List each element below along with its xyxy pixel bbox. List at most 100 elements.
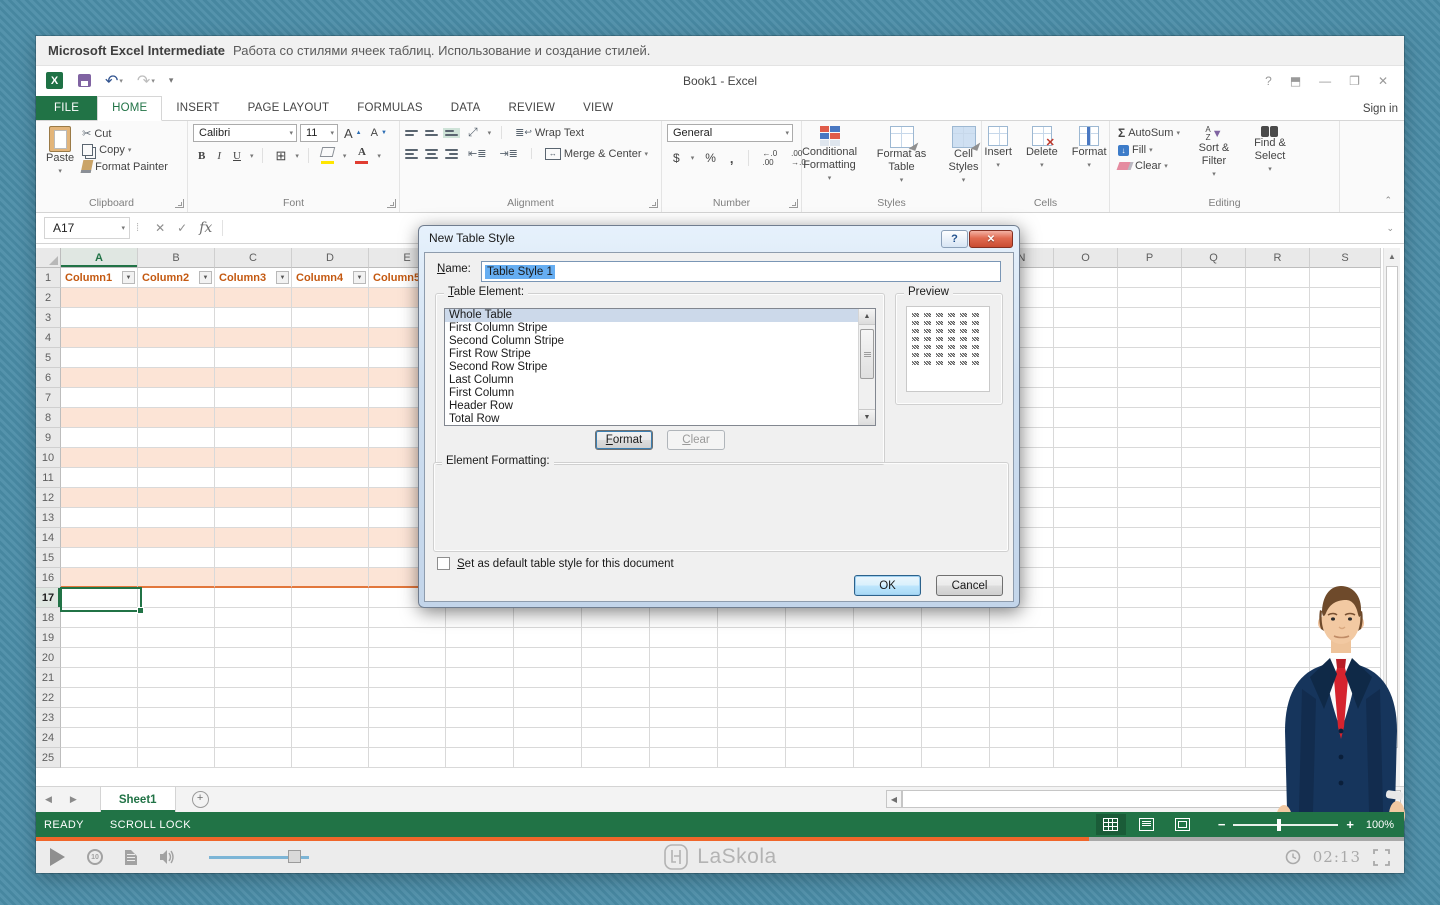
clear-button[interactable]: Clear▾ (1115, 159, 1183, 173)
zoom-out-button[interactable]: − (1218, 817, 1226, 832)
table-element-option[interactable]: First Column (445, 387, 875, 400)
cell-o10[interactable] (1054, 448, 1118, 468)
cell-o13[interactable] (1054, 508, 1118, 528)
cell-c5[interactable] (215, 348, 292, 368)
alignment-dialog-launcher[interactable] (649, 199, 658, 208)
tab-data[interactable]: DATA (437, 97, 495, 120)
zoom-in-button[interactable]: + (1346, 817, 1354, 832)
cell-b12[interactable] (138, 488, 215, 508)
cell-f25[interactable] (446, 748, 514, 768)
table-element-option[interactable]: Last Column (445, 374, 875, 387)
cell-n18[interactable] (990, 608, 1054, 628)
cell-a15[interactable] (61, 548, 138, 568)
table-element-option[interactable]: First Row Stripe (445, 348, 875, 361)
volume-button[interactable] (159, 849, 177, 865)
cut-button[interactable]: ✂Cut (79, 126, 171, 141)
cell-o22[interactable] (1054, 688, 1118, 708)
cell-c14[interactable] (215, 528, 292, 548)
table-element-list[interactable]: Whole TableFirst Column StripeSecond Col… (444, 308, 876, 426)
cell-q4[interactable] (1182, 328, 1246, 348)
cell-s8[interactable] (1310, 408, 1381, 428)
cell-d19[interactable] (292, 628, 369, 648)
cell-f20[interactable] (446, 648, 514, 668)
cell-k21[interactable] (786, 668, 854, 688)
cell-p23[interactable] (1118, 708, 1182, 728)
cell-q8[interactable] (1182, 408, 1246, 428)
cell-j25[interactable] (718, 748, 786, 768)
cell-r2[interactable] (1246, 288, 1310, 308)
cell-n24[interactable] (990, 728, 1054, 748)
cell-d3[interactable] (292, 308, 369, 328)
cell-f24[interactable] (446, 728, 514, 748)
bottom-align-button[interactable] (443, 128, 460, 138)
underline-button[interactable]: U (230, 149, 244, 163)
cell-g25[interactable] (514, 748, 582, 768)
cell-h18[interactable] (582, 608, 650, 628)
conditional-formatting-button[interactable]: Conditional Formatting▾ (794, 124, 866, 187)
filter-dropdown-icon[interactable]: ▼ (353, 271, 366, 284)
enter-entry-icon[interactable]: ✓ (177, 221, 187, 235)
cell-q11[interactable] (1182, 468, 1246, 488)
cell-b14[interactable] (138, 528, 215, 548)
cell-o2[interactable] (1054, 288, 1118, 308)
volume-slider[interactable] (209, 856, 309, 859)
filter-dropdown-icon[interactable]: ▼ (199, 271, 212, 284)
new-sheet-button[interactable]: + (192, 791, 209, 808)
cell-d21[interactable] (292, 668, 369, 688)
merge-center-button[interactable]: ↔Merge & Center▾ (542, 147, 651, 161)
cell-c8[interactable] (215, 408, 292, 428)
cell-i20[interactable] (650, 648, 718, 668)
cell-h22[interactable] (582, 688, 650, 708)
borders-button[interactable]: ⊞ (272, 147, 289, 165)
cell-b22[interactable] (138, 688, 215, 708)
format-cells-button[interactable]: Format▾ (1067, 124, 1112, 174)
cell-q12[interactable] (1182, 488, 1246, 508)
accounting-format-button[interactable]: $ (670, 150, 683, 166)
cell-c9[interactable] (215, 428, 292, 448)
cell-s1[interactable] (1310, 268, 1381, 288)
sheet-nav-left-icon[interactable]: ◀ (36, 794, 61, 805)
cell-o6[interactable] (1054, 368, 1118, 388)
transcript-button[interactable] (125, 850, 137, 865)
expand-formula-bar-icon[interactable]: ⌄ (1376, 223, 1404, 234)
cell-d14[interactable] (292, 528, 369, 548)
cell-b15[interactable] (138, 548, 215, 568)
cell-c12[interactable] (215, 488, 292, 508)
tab-review[interactable]: REVIEW (495, 97, 570, 120)
cell-p4[interactable] (1118, 328, 1182, 348)
fill-button[interactable]: ↓Fill▾ (1115, 143, 1183, 157)
ok-button[interactable]: OK (854, 575, 921, 596)
name-box[interactable]: A17▾ (44, 217, 130, 239)
cell-p11[interactable] (1118, 468, 1182, 488)
cell-d6[interactable] (292, 368, 369, 388)
row-header-22[interactable]: 22 (36, 688, 61, 708)
align-center-button[interactable] (425, 149, 438, 159)
cell-a5[interactable] (61, 348, 138, 368)
column-header-s[interactable]: S (1310, 248, 1381, 268)
cell-o9[interactable] (1054, 428, 1118, 448)
insert-function-icon[interactable]: fx (199, 220, 212, 236)
tab-insert[interactable]: INSERT (162, 97, 233, 120)
cell-j23[interactable] (718, 708, 786, 728)
cell-s4[interactable] (1310, 328, 1381, 348)
cell-q20[interactable] (1182, 648, 1246, 668)
cell-p17[interactable] (1118, 588, 1182, 608)
cell-n20[interactable] (990, 648, 1054, 668)
cell-c7[interactable] (215, 388, 292, 408)
cell-a3[interactable] (61, 308, 138, 328)
cell-e23[interactable] (369, 708, 446, 728)
dialog-close-button[interactable]: ✕ (969, 230, 1013, 248)
minimize-button[interactable]: — (1319, 74, 1331, 88)
cell-d15[interactable] (292, 548, 369, 568)
row-header-8[interactable]: 8 (36, 408, 61, 428)
cell-d23[interactable] (292, 708, 369, 728)
cell-l22[interactable] (854, 688, 922, 708)
help-button[interactable]: ? (1265, 74, 1272, 88)
cell-a22[interactable] (61, 688, 138, 708)
scroll-left-arrow[interactable]: ◀ (886, 790, 902, 808)
cell-s10[interactable] (1310, 448, 1381, 468)
column-header-q[interactable]: Q (1182, 248, 1246, 268)
cell-b5[interactable] (138, 348, 215, 368)
row-header-23[interactable]: 23 (36, 708, 61, 728)
row-header-5[interactable]: 5 (36, 348, 61, 368)
